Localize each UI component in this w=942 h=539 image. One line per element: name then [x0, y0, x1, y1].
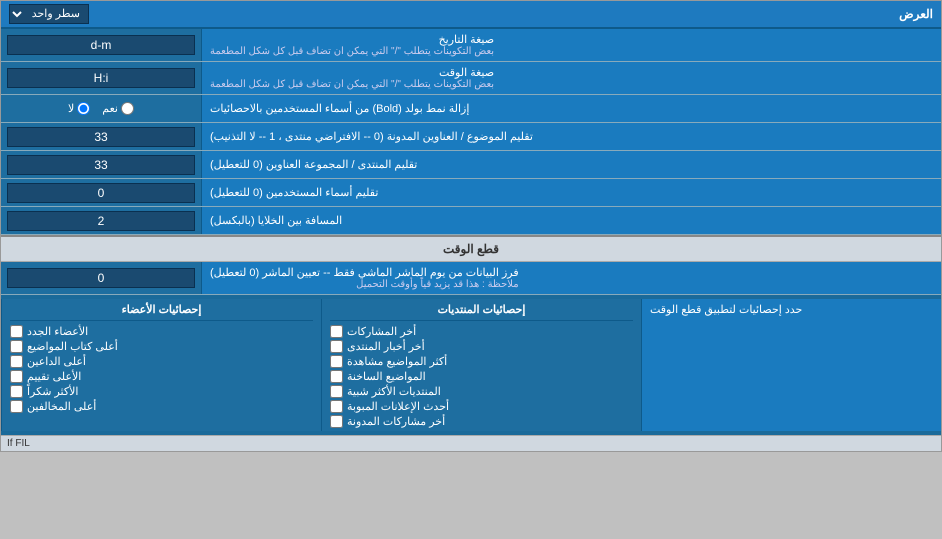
bold-remove-row: إزالة نمط بولد (Bold) من أسماء المستخدمي… [1, 95, 941, 123]
forum-stat-7-checkbox[interactable] [330, 415, 343, 428]
forum-stat-1: أخر المشاركات [330, 324, 633, 339]
time-cut-input[interactable] [7, 268, 195, 288]
bold-remove-radio-cell: نعم لا [1, 95, 201, 122]
forum-stat-2-checkbox[interactable] [330, 340, 343, 353]
member-stat-2: أعلى كتاب المواضيع [10, 339, 313, 354]
forum-stat-7: أخر مشاركات المدونة [330, 414, 633, 429]
forum-stat-3-checkbox[interactable] [330, 355, 343, 368]
member-stats-title: إحصائيات الأعضاء [10, 301, 313, 321]
time-cut-label: فرز البيانات من يوم الماشر الماشي فقط --… [201, 262, 941, 294]
bold-remove-yes-label[interactable]: نعم [102, 102, 134, 115]
header-title: العرض [899, 7, 933, 21]
member-stat-6: أعلى المخالفين [10, 399, 313, 414]
forum-stat-6-checkbox[interactable] [330, 400, 343, 413]
bold-remove-label: إزالة نمط بولد (Bold) من أسماء المستخدمي… [201, 95, 941, 122]
forum-stat-4: المواضيع الساخنة [330, 369, 633, 384]
member-stat-3-checkbox[interactable] [10, 355, 23, 368]
header-row: العرض سطر واحد سطرين ثلاثة أسطر [1, 1, 941, 29]
cell-spacing-row: المسافة بين الخلايا (بالبكسل) [1, 207, 941, 235]
member-stat-4-checkbox[interactable] [10, 370, 23, 383]
forum-stat-5: المنتديات الأكثر شبية [330, 384, 633, 399]
date-format-input[interactable] [7, 35, 195, 55]
time-format-label: صيغة الوقت بعض التكوينات يتطلب "/" التي … [201, 62, 941, 94]
member-stat-4: الأعلى تقييم [10, 369, 313, 384]
forum-title-input-cell [1, 151, 201, 178]
cell-spacing-label: المسافة بين الخلايا (بالبكسل) [201, 207, 941, 234]
time-cut-section-header: قطع الوقت [1, 235, 941, 262]
cell-spacing-input[interactable] [7, 211, 195, 231]
forum-stat-4-checkbox[interactable] [330, 370, 343, 383]
bold-remove-no-radio[interactable] [77, 102, 90, 115]
username-label: تقليم أسماء المستخدمين (0 للتعطيل) [201, 179, 941, 206]
member-stat-3: أعلى الداعين [10, 354, 313, 369]
forum-stat-6: أحدث الإعلانات المبوبة [330, 399, 633, 414]
bottom-note: If FIL [1, 435, 941, 451]
cell-spacing-input-cell [1, 207, 201, 234]
checkboxes-container: حدد إحصائيات لتطبيق قطع الوقت إحصائيات ا… [1, 295, 941, 435]
time-cut-input-cell [1, 262, 201, 294]
time-format-row: صيغة الوقت بعض التكوينات يتطلب "/" التي … [1, 62, 941, 95]
member-stat-6-checkbox[interactable] [10, 400, 23, 413]
forum-title-row: تقليم المنتدى / المجموعة العناوين (0 للت… [1, 151, 941, 179]
time-format-input[interactable] [7, 68, 195, 88]
member-stat-5: الأكثر شكراً [10, 384, 313, 399]
forum-stat-5-checkbox[interactable] [330, 385, 343, 398]
username-input[interactable] [7, 183, 195, 203]
forum-stats-col: إحصائيات المنتديات أخر المشاركات أخر أخب… [321, 299, 641, 431]
topic-title-row: تقليم الموضوع / العناوين المدونة (0 -- ا… [1, 123, 941, 151]
topic-title-input[interactable] [7, 127, 195, 147]
member-stat-1-checkbox[interactable] [10, 325, 23, 338]
forum-stat-2: أخر أخبار المنتدى [330, 339, 633, 354]
time-cut-row: فرز البيانات من يوم الماشر الماشي فقط --… [1, 262, 941, 295]
member-stat-2-checkbox[interactable] [10, 340, 23, 353]
forum-title-input[interactable] [7, 155, 195, 175]
date-format-label: صيغة التاريخ بعض التكوينات يتطلب "/" الت… [201, 29, 941, 61]
display-select[interactable]: سطر واحد سطرين ثلاثة أسطر [9, 4, 89, 24]
username-input-cell [1, 179, 201, 206]
member-stat-5-checkbox[interactable] [10, 385, 23, 398]
stats-apply-label: حدد إحصائيات لتطبيق قطع الوقت [641, 299, 941, 431]
date-format-row: صيغة التاريخ بعض التكوينات يتطلب "/" الت… [1, 29, 941, 62]
date-format-input-cell [1, 29, 201, 61]
bold-remove-no-label[interactable]: لا [68, 102, 90, 115]
time-format-input-cell [1, 62, 201, 94]
forum-stat-1-checkbox[interactable] [330, 325, 343, 338]
bold-remove-yes-radio[interactable] [121, 102, 134, 115]
forum-title-label: تقليم المنتدى / المجموعة العناوين (0 للت… [201, 151, 941, 178]
topic-title-input-cell [1, 123, 201, 150]
member-stats-col: إحصائيات الأعضاء الأعضاء الجدد أعلى كتاب… [1, 299, 321, 431]
forum-stats-title: إحصائيات المنتديات [330, 301, 633, 321]
main-container: العرض سطر واحد سطرين ثلاثة أسطر صيغة الت… [0, 0, 942, 452]
username-row: تقليم أسماء المستخدمين (0 للتعطيل) [1, 179, 941, 207]
topic-title-label: تقليم الموضوع / العناوين المدونة (0 -- ا… [201, 123, 941, 150]
member-stat-1: الأعضاء الجدد [10, 324, 313, 339]
forum-stat-3: أكثر المواضيع مشاهدة [330, 354, 633, 369]
